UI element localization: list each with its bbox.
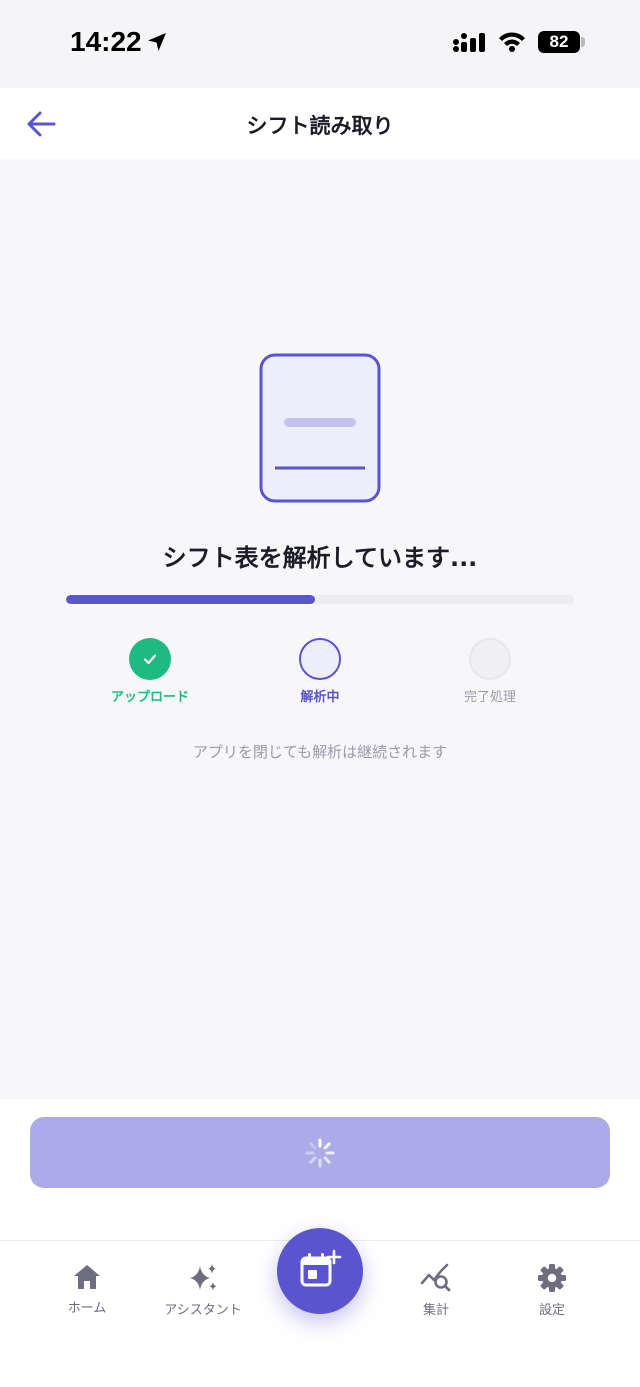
step-label: アップロード [110, 690, 189, 705]
cellular-signal-icon [453, 33, 485, 52]
progress-fill [66, 595, 315, 604]
step-upload: アップロード [70, 638, 230, 705]
check-icon [143, 654, 157, 665]
home-icon [74, 1265, 100, 1289]
tab-summary[interactable]: 集計 [381, 1263, 491, 1318]
bottom-action-area [0, 1098, 640, 1240]
battery-tip [581, 37, 585, 47]
tab-label: アシスタント [164, 1303, 242, 1318]
step-label: 解析中 [300, 690, 340, 705]
add-shift-fab[interactable] [277, 1228, 363, 1314]
tab-label: 設定 [538, 1303, 565, 1318]
tab-assistant[interactable]: アシスタント [148, 1263, 258, 1318]
step-finalizing: 完了処理 [410, 638, 570, 705]
step-circle [469, 638, 511, 680]
battery-indicator: 82 [538, 31, 580, 53]
tab-settings[interactable]: 設定 [497, 1263, 607, 1318]
step-analyzing: 解析中 [240, 638, 400, 705]
tab-home[interactable]: ホーム [32, 1263, 142, 1316]
analysis-heading: シフト表を解析しています... [162, 544, 478, 572]
status-bar: 14:22 82 [0, 0, 640, 88]
app-header: シフト読み取り [0, 88, 640, 159]
sparkles-icon [190, 1264, 217, 1291]
step-circle [299, 638, 341, 680]
background-note: アプリを閉じても解析は継続されます [192, 743, 448, 761]
gear-icon [538, 1264, 566, 1292]
step-label: 完了処理 [463, 690, 516, 705]
progress-bar [66, 595, 574, 604]
wifi-icon [499, 32, 525, 52]
chart-search-icon [420, 1263, 451, 1292]
tab-label: 集計 [422, 1303, 449, 1318]
calendar-add-icon [300, 1249, 342, 1287]
page-title: シフト読み取り [246, 114, 394, 138]
status-time: 14:22 [70, 26, 142, 57]
loading-spinner-icon [305, 1138, 335, 1167]
document-icon [259, 353, 381, 503]
location-arrow-icon [148, 33, 166, 51]
step-circle [129, 638, 171, 680]
tab-label: ホーム [67, 1301, 107, 1316]
submit-button[interactable] [30, 1117, 610, 1188]
